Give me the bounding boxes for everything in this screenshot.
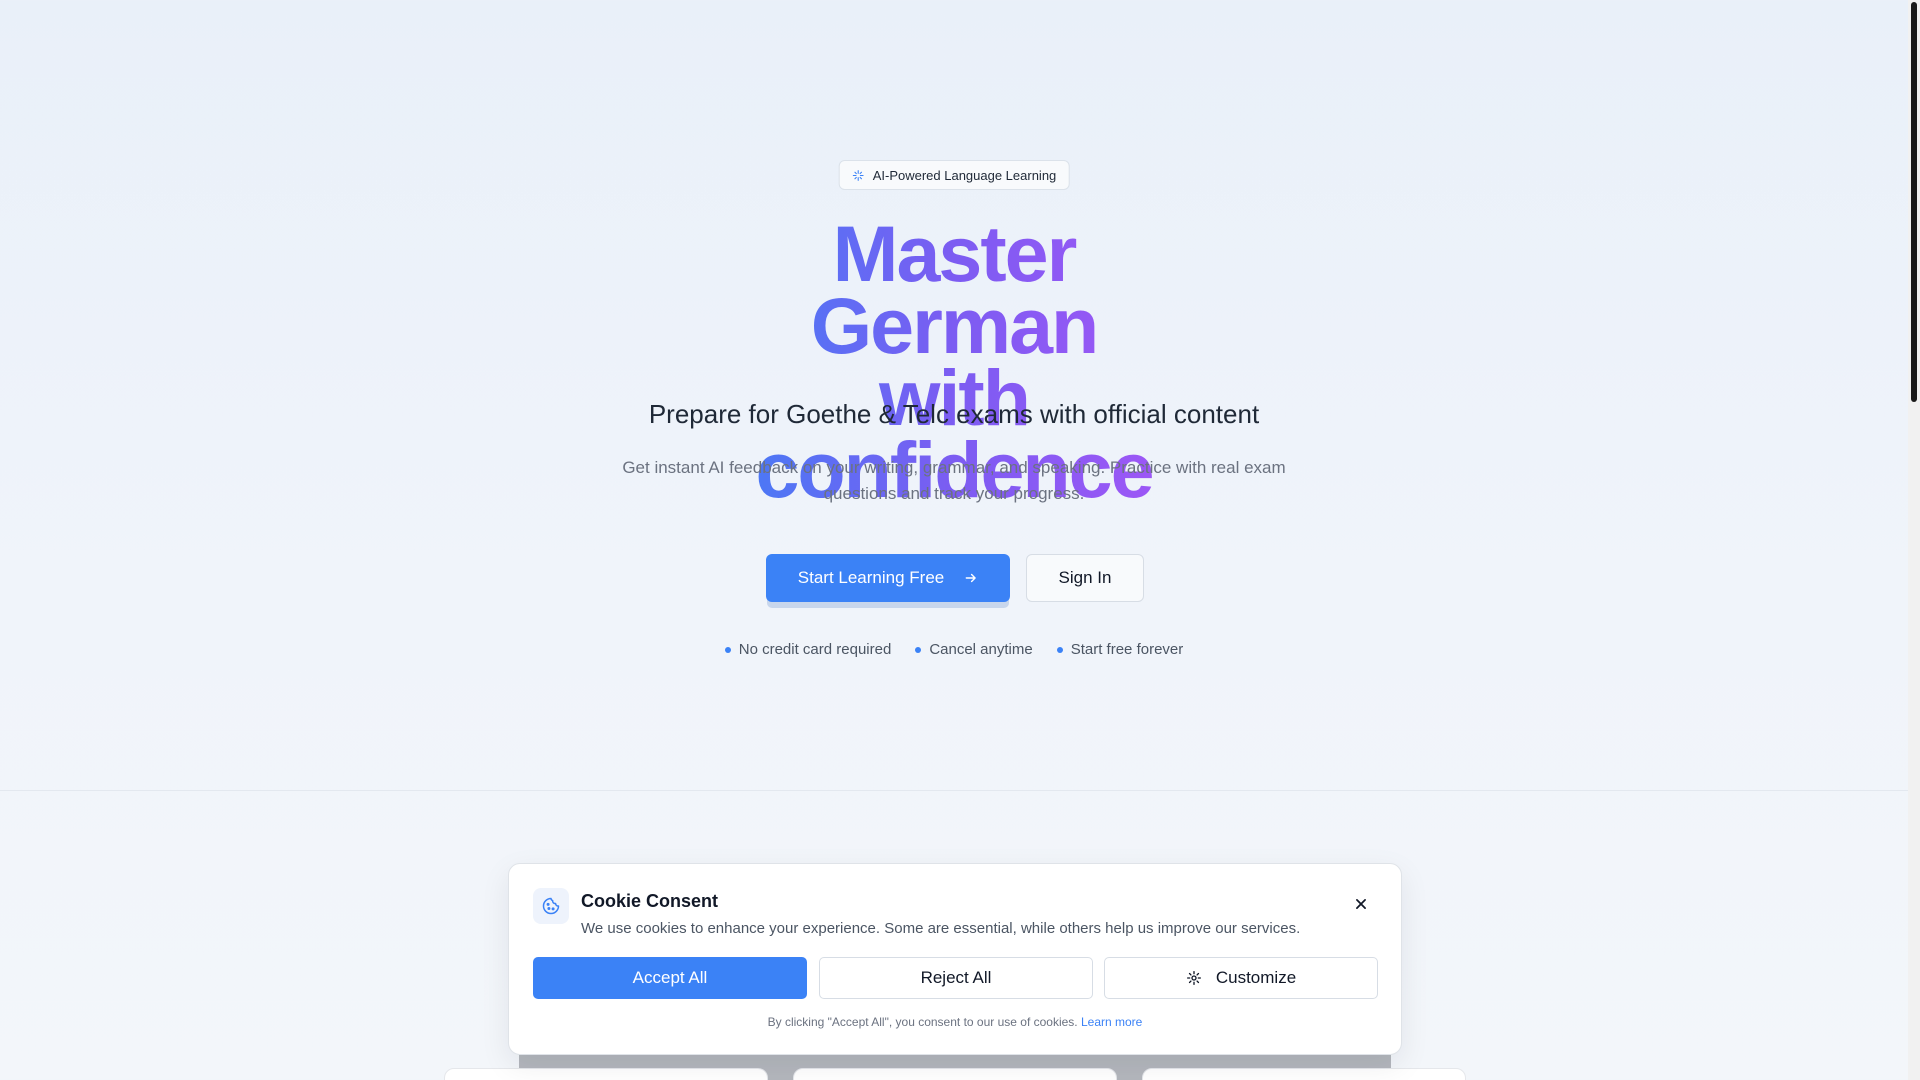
gear-icon xyxy=(1186,971,1201,985)
sparkles-icon xyxy=(852,169,864,181)
learn-more-link[interactable]: Learn more xyxy=(1081,1015,1142,1029)
hero-subtitle: Prepare for Goethe & Telc exams with off… xyxy=(648,399,1260,429)
bullet-dot-icon xyxy=(915,646,922,653)
arrow-right-icon xyxy=(965,573,977,583)
feature-card xyxy=(793,1068,1117,1080)
vertical-scrollbar[interactable] xyxy=(1908,0,1920,1080)
cookie-footer: By clicking "Accept All", you consent to… xyxy=(509,1015,1401,1029)
close-icon xyxy=(1356,899,1366,909)
perk-label: No credit card required xyxy=(738,641,892,658)
feature-card xyxy=(444,1068,768,1080)
cookie-title: Cookie Consent xyxy=(581,891,719,911)
start-learning-label: Start Learning Free xyxy=(797,568,945,587)
section-divider xyxy=(0,790,1908,791)
sign-in-button[interactable]: Sign In xyxy=(1026,554,1144,602)
accept-all-button[interactable]: Accept All xyxy=(533,957,807,999)
start-learning-button[interactable]: Start Learning Free xyxy=(766,554,1010,602)
perk-item: No credit card required xyxy=(724,641,892,658)
cookie-consent-dialog: Cookie Consent We use cookies to enhance… xyxy=(508,863,1402,1055)
headline-line-1: Master German xyxy=(694,214,1214,365)
perk-label: Cancel anytime xyxy=(929,641,1033,658)
bullet-dot-icon xyxy=(1056,646,1063,653)
customize-label: Customize xyxy=(1215,968,1297,987)
feature-card xyxy=(1142,1068,1466,1080)
bullet-dot-icon xyxy=(724,646,731,653)
cookie-footer-text: By clicking "Accept All", you consent to… xyxy=(767,1015,1078,1029)
landing-page: AI-Powered Language Learning Master Germ… xyxy=(0,0,1908,1080)
cookie-icon xyxy=(533,888,569,924)
close-button[interactable] xyxy=(1351,894,1371,914)
perk-item: Start free forever xyxy=(1056,641,1184,658)
scrollbar-thumb[interactable] xyxy=(1911,2,1917,402)
perk-label: Start free forever xyxy=(1070,641,1184,658)
feature-badge: AI-Powered Language Learning xyxy=(838,160,1070,190)
perk-item: Cancel anytime xyxy=(915,641,1033,658)
perks-list: No credit card required Cancel anytime S… xyxy=(0,641,1908,658)
feature-badge-label: AI-Powered Language Learning xyxy=(872,167,1057,183)
cookie-description: We use cookies to enhance your experienc… xyxy=(581,920,1301,937)
hero-description: Get instant AI feedback on your writing,… xyxy=(622,458,1286,503)
reject-all-button[interactable]: Reject All xyxy=(819,957,1093,999)
hero-section: AI-Powered Language Learning Master Germ… xyxy=(0,0,1908,790)
customize-button[interactable]: Customize xyxy=(1104,957,1378,999)
